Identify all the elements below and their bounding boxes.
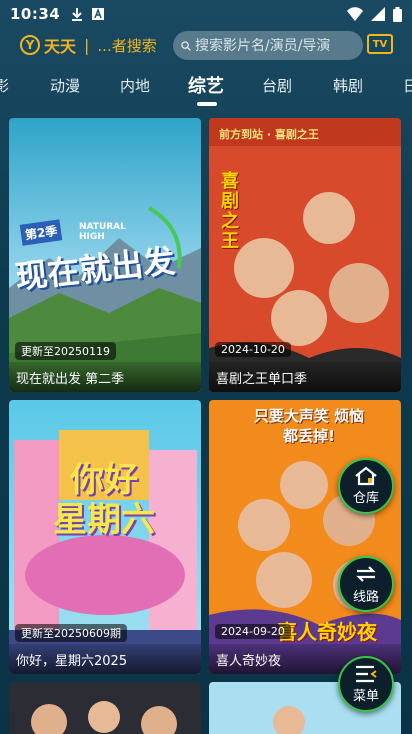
brand-name: 天天 — [44, 37, 77, 56]
status-bar: 10:34 — [0, 0, 412, 28]
card-title: 现在就出发 第二季 — [9, 362, 201, 392]
tv-button[interactable]: TV — [367, 34, 393, 54]
video-card[interactable]: 只要大声笑 烦恼都丢掉! 喜人奇妙夜 2024-09-20 喜人奇妙夜 — [209, 400, 401, 674]
tab-variety[interactable]: 综艺 — [188, 72, 224, 98]
battery-icon — [393, 6, 402, 22]
update-badge: 更新至20250119 — [15, 342, 116, 360]
home-icon — [355, 466, 377, 486]
category-tabs: 影 动漫 内地 综艺 台剧 韩剧 日 — [0, 66, 412, 106]
download-icon — [72, 8, 83, 21]
video-card[interactable]: 你好 星期六 更新至20250609期 你好，星期六2025 — [9, 400, 201, 674]
search-icon — [181, 40, 191, 51]
tab-japanese[interactable]: 日 — [403, 75, 412, 96]
active-tab-indicator — [197, 102, 217, 106]
route-label: 线路 — [352, 590, 379, 605]
update-badge: 2024-09-20 — [215, 624, 291, 639]
tab-movie[interactable]: 影 — [0, 75, 9, 96]
menu-button[interactable]: 菜单 — [338, 656, 394, 712]
poster-brand-label: NATURAL HIGH — [79, 222, 126, 242]
tab-anime[interactable]: 动漫 — [50, 75, 80, 96]
signal-icon — [371, 7, 385, 21]
poster-top-banner: 前方到站 · 喜剧之王 — [219, 128, 319, 141]
poster-slogan: 只要大声笑 烦恼都丢掉! — [253, 407, 365, 445]
menu-label: 菜单 — [352, 689, 379, 704]
poster-title-art: 喜人奇妙夜 — [277, 620, 377, 644]
app-notification-icon — [92, 8, 105, 20]
video-card[interactable]: 第2季 NATURAL HIGH 现在就出发 更新至20250119 现在就出发… — [9, 118, 201, 392]
warehouse-button[interactable]: 仓库 — [338, 458, 394, 514]
switch-route-icon — [356, 566, 376, 582]
app-header: Y 天天 | ...者搜索 TV — [0, 28, 412, 62]
card-title: 你好，星期六2025 — [9, 644, 201, 674]
wifi-icon — [347, 7, 363, 21]
update-badge: 更新至20250609期 — [15, 624, 127, 642]
poster-title-art: 你好 星期六 — [53, 460, 155, 540]
brand-subtitle: ...者搜索 — [97, 36, 157, 55]
tab-korean[interactable]: 韩剧 — [333, 75, 363, 96]
search-input[interactable] — [195, 37, 355, 54]
brand[interactable]: Y 天天 | ...者搜索 — [20, 33, 157, 57]
search-box[interactable] — [173, 31, 363, 60]
warehouse-label: 仓库 — [352, 491, 379, 506]
brand-logo-icon: Y — [20, 35, 40, 55]
poster-title-art: 喜剧之王 — [221, 171, 239, 252]
update-badge: 2024-10-20 — [215, 342, 291, 357]
tab-taiwan[interactable]: 台剧 — [262, 75, 292, 96]
video-card[interactable]: 前方到站 · 喜剧之王 喜剧之王 2024-10-20 喜剧之王单口季 — [209, 118, 401, 392]
brand-separator: | — [84, 35, 90, 55]
poster-image — [9, 682, 201, 734]
video-card[interactable] — [9, 682, 201, 734]
route-button[interactable]: 线路 — [338, 556, 394, 612]
menu-icon — [356, 665, 377, 683]
card-title: 喜剧之王单口季 — [209, 362, 401, 392]
tab-mainland[interactable]: 内地 — [120, 75, 150, 96]
status-time: 10:34 — [10, 5, 61, 23]
